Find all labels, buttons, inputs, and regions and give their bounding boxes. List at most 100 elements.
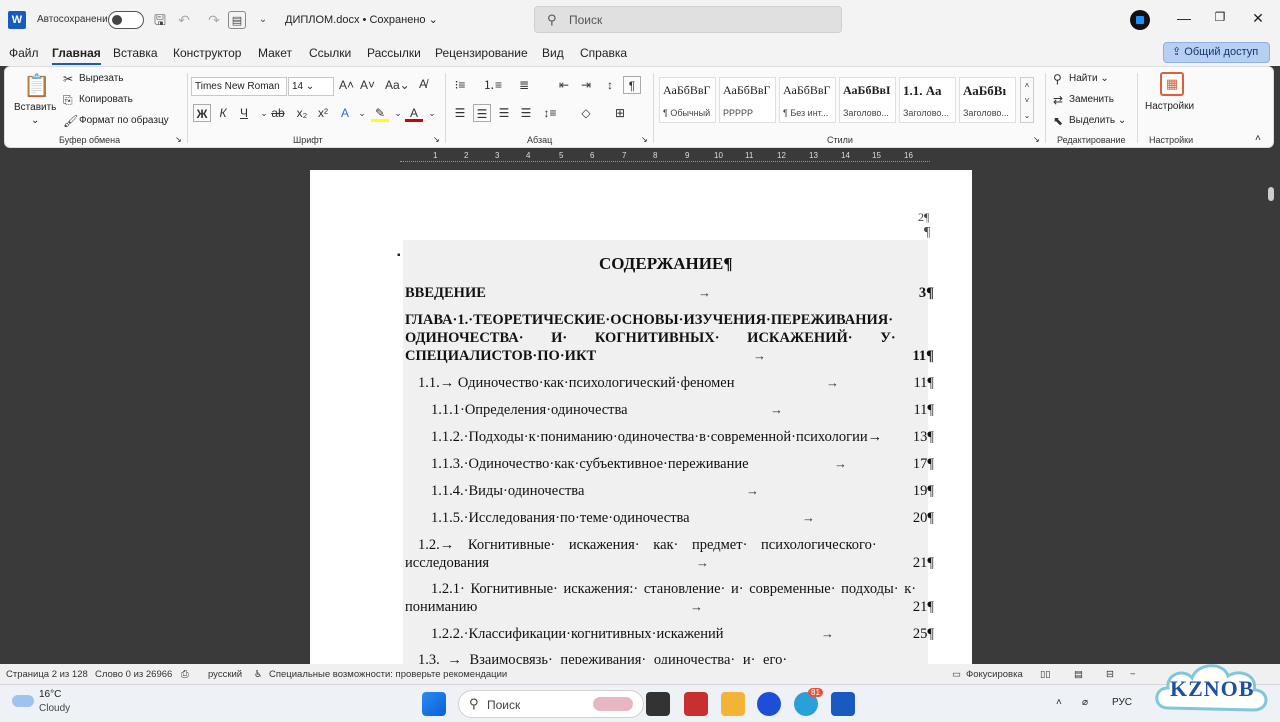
toc-entry-1-2-2[interactable]: 1.2.2.·Классификации·когнитивных·искажен… bbox=[431, 626, 724, 643]
toc-entry-intro[interactable]: ВВЕДЕНИЕ bbox=[405, 285, 486, 302]
align-left-icon[interactable]: ☰ bbox=[451, 104, 469, 122]
font-family-select[interactable]: Times New Roman bbox=[191, 77, 287, 96]
tab-references[interactable]: Ссылки bbox=[309, 46, 351, 60]
sort-icon[interactable]: ↕ bbox=[601, 76, 619, 94]
font-color-dropdown-icon[interactable]: ⌄ bbox=[423, 104, 441, 122]
restore-button[interactable]: ❐ bbox=[1210, 10, 1230, 24]
word-icon[interactable] bbox=[831, 692, 855, 716]
style-heading-2[interactable]: 1.1. Аа Заголово... bbox=[899, 77, 956, 123]
read-mode-icon[interactable]: ▯▯ bbox=[1040, 669, 1050, 680]
toc-entry-1-1-3[interactable]: 1.1.3.·Одиночество·как·субъективное·пере… bbox=[431, 456, 749, 473]
highlight-color-icon[interactable]: ✎ bbox=[371, 104, 389, 122]
clear-formatting-icon[interactable]: A̸ bbox=[419, 77, 427, 91]
paste-button[interactable]: Вставить bbox=[14, 102, 56, 113]
word-count[interactable]: Слово 0 из 26966 bbox=[95, 669, 172, 680]
paragraph-launcher-icon[interactable]: ↘ bbox=[641, 135, 648, 144]
zoom-out-icon[interactable]: − bbox=[1130, 669, 1136, 680]
customize-qat-icon[interactable]: ⌄ bbox=[254, 11, 272, 29]
italic-button[interactable]: К bbox=[214, 104, 232, 122]
paste-icon[interactable]: 📋 bbox=[23, 73, 50, 99]
document-name[interactable]: ДИПЛОМ.docx • Сохранено ⌄ bbox=[285, 13, 438, 26]
tab-design[interactable]: Конструктор bbox=[173, 46, 241, 60]
app-icon[interactable] bbox=[684, 692, 708, 716]
shrink-font-icon[interactable]: A˅ bbox=[360, 78, 375, 92]
style-heading-3[interactable]: АаБбВı Заголово... bbox=[959, 77, 1016, 123]
select-button[interactable]: Выделить ⌄ bbox=[1069, 115, 1126, 126]
tab-review[interactable]: Рецензирование bbox=[435, 46, 528, 60]
task-view-icon[interactable] bbox=[646, 692, 670, 716]
redo-icon[interactable]: ↷ bbox=[205, 11, 223, 29]
bullets-icon[interactable]: ⁝≡ bbox=[451, 76, 469, 94]
line-spacing-icon[interactable]: ↕≡ bbox=[541, 104, 559, 122]
search-box[interactable]: ⚲ Поиск bbox=[534, 6, 842, 33]
toc-entry-chapter-1[interactable]: ГЛАВА·1.·ТЕОРЕТИЧЕСКИЕ·ОСНОВЫ·ИЗУЧЕНИЯ·П… bbox=[405, 312, 893, 329]
web-layout-icon[interactable]: ⊟ bbox=[1106, 669, 1114, 680]
vertical-scrollbar[interactable] bbox=[1266, 172, 1276, 662]
toc-entry-1-1-1[interactable]: 1.1.1·Определения·одиночества bbox=[431, 402, 628, 419]
yandex-browser-icon[interactable] bbox=[757, 692, 781, 716]
input-language[interactable]: РУС bbox=[1112, 697, 1132, 708]
page-count[interactable]: Страница 2 из 128 bbox=[6, 669, 88, 680]
style-no-spacing[interactable]: АаБбВвГ ¶ Без инт... bbox=[779, 77, 836, 123]
toc-entry-1-2-1-line2[interactable]: пониманию bbox=[405, 599, 477, 616]
subscript-button[interactable]: x₂ bbox=[293, 104, 311, 122]
toc-entry-1-1-5[interactable]: 1.1.5.·Исследования·по·теме·одиночества bbox=[431, 510, 690, 527]
style-normal[interactable]: АаБбВвГ ¶ Обычный bbox=[659, 77, 716, 123]
shading-icon[interactable]: ◇ bbox=[577, 104, 595, 122]
toc-entry-1-1-4[interactable]: 1.1.4.·Виды·одиночества bbox=[431, 483, 584, 500]
strikethrough-button[interactable]: ab bbox=[269, 104, 287, 122]
print-layout-icon[interactable]: ▤ bbox=[1074, 669, 1083, 680]
toc-entry-1-1-2[interactable]: 1.1.2.·Подходы·к·пониманию·одиночества·в… bbox=[431, 429, 882, 446]
network-icon[interactable]: ⌀ bbox=[1082, 697, 1088, 708]
autosave-toggle[interactable] bbox=[108, 11, 144, 29]
copy-button[interactable]: Копировать bbox=[79, 94, 133, 105]
find-button[interactable]: Найти ⌄ bbox=[1069, 73, 1109, 84]
tray-overflow-icon[interactable]: ˄ bbox=[1056, 697, 1062, 708]
multilevel-list-icon[interactable]: ≣ bbox=[515, 76, 533, 94]
collapse-ribbon-icon[interactable]: ˄ bbox=[1255, 133, 1261, 144]
toc-entry-1-2-line2[interactable]: исследования bbox=[405, 555, 489, 572]
show-marks-icon[interactable]: ¶ bbox=[623, 76, 641, 94]
font-color-icon[interactable]: A bbox=[405, 104, 423, 122]
focus-button[interactable]: Фокусировка bbox=[966, 669, 1023, 680]
text-effects-icon[interactable]: A bbox=[336, 104, 354, 122]
save-icon[interactable]: 🖫 bbox=[151, 11, 169, 29]
tab-layout[interactable]: Макет bbox=[258, 46, 292, 60]
justify-icon[interactable]: ☰ bbox=[517, 104, 535, 122]
weather-desc[interactable]: Cloudy bbox=[39, 703, 70, 714]
tab-home[interactable]: Главная bbox=[52, 46, 101, 65]
toc-entry-1-1[interactable]: 1.1.→ Одиночество·как·психологический·фе… bbox=[418, 375, 735, 392]
undo-icon[interactable]: ↶ bbox=[175, 11, 193, 29]
copilot-icon[interactable] bbox=[1130, 10, 1150, 30]
superscript-button[interactable]: x² bbox=[314, 104, 332, 122]
borders-icon[interactable]: ⊞ bbox=[611, 104, 629, 122]
toc-entry-1-2[interactable]: 1.2.→ Когнитивные· искажения· как· предм… bbox=[418, 537, 877, 554]
minimize-button[interactable]: — bbox=[1174, 10, 1194, 26]
share-button[interactable]: ⇪ Общий доступ ⌄ bbox=[1163, 42, 1270, 77]
underline-button[interactable]: Ч bbox=[235, 104, 253, 122]
font-launcher-icon[interactable]: ↘ bbox=[433, 135, 440, 144]
language[interactable]: русский bbox=[208, 669, 242, 680]
tab-insert[interactable]: Вставка bbox=[113, 46, 158, 60]
close-button[interactable]: ✕ bbox=[1248, 10, 1268, 27]
change-case-icon[interactable]: Aa⌄ bbox=[385, 78, 410, 92]
styles-scroll-icon[interactable]: ˄ ˅ ⌄ bbox=[1020, 77, 1034, 123]
bold-button[interactable]: Ж bbox=[193, 104, 211, 122]
tab-file[interactable]: Файл bbox=[9, 46, 39, 60]
tab-help[interactable]: Справка bbox=[580, 46, 627, 60]
settings-icon[interactable]: ▦ bbox=[1160, 72, 1184, 96]
cut-button[interactable]: Вырезать bbox=[79, 73, 123, 84]
proofing-icon[interactable]: ⎙ bbox=[181, 669, 189, 680]
toc-entry-1-2-1[interactable]: 1.2.1· Когнитивные· искажения:· становле… bbox=[431, 581, 916, 598]
weather-temp[interactable]: 16°C bbox=[39, 689, 61, 700]
style-heading-1[interactable]: АаБбВвI Заголово... bbox=[839, 77, 896, 123]
tab-mailings[interactable]: Рассылки bbox=[367, 46, 421, 60]
decrease-indent-icon[interactable]: ⇤ bbox=[555, 76, 573, 94]
taskbar-search[interactable]: ⚲ Поиск bbox=[458, 690, 644, 718]
accessibility-status[interactable]: Специальные возможности: проверьте реком… bbox=[269, 669, 507, 680]
file-explorer-icon[interactable] bbox=[721, 692, 745, 716]
style-custom[interactable]: АаБбВвГ РРРРР bbox=[719, 77, 776, 123]
document-page[interactable]: 2¶ ¶ СОДЕРЖАНИЕ¶ ВВЕДЕНИЕ → 3¶ ГЛАВА·1.·… bbox=[310, 170, 972, 665]
format-painter-button[interactable]: Формат по образцу bbox=[79, 115, 169, 126]
settings-button[interactable]: Настройки bbox=[1145, 101, 1194, 112]
